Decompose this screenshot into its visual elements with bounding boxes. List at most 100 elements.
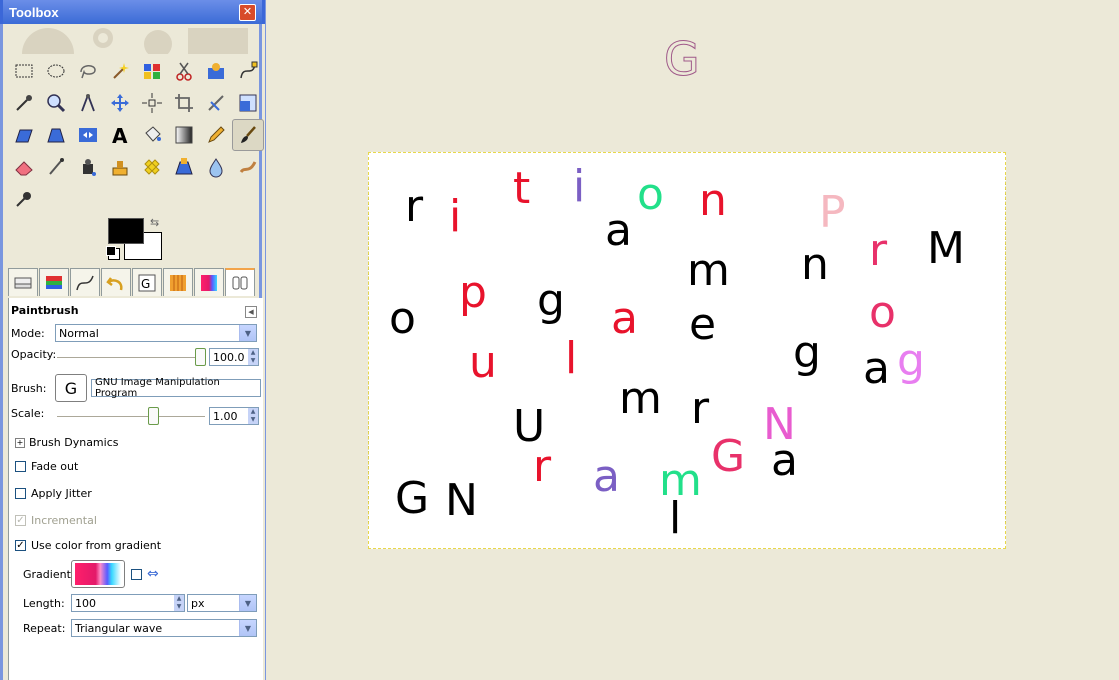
- airbrush-icon: [49, 158, 64, 175]
- tool-move[interactable]: [104, 87, 136, 119]
- mode-select[interactable]: Normal ▼: [55, 324, 257, 342]
- scale-slider-handle[interactable]: [148, 407, 159, 425]
- tool-rect-select[interactable]: [8, 55, 40, 87]
- tool-paths[interactable]: [232, 55, 264, 87]
- foreground-color-swatch[interactable]: [108, 218, 144, 244]
- tool-ellipse-select[interactable]: [40, 55, 72, 87]
- gradients-icon: [201, 274, 217, 291]
- tool-flip[interactable]: [72, 119, 104, 151]
- scale-spin[interactable]: 1.00 ▲ ▼: [209, 407, 259, 425]
- paintbrush-icon: [241, 126, 256, 143]
- apply-jitter-checkbox[interactable]: [15, 488, 26, 499]
- canvas-letter: u: [469, 337, 497, 388]
- tool-bucket-fill[interactable]: [136, 119, 168, 151]
- canvas-letter: N: [445, 475, 478, 526]
- perspective-icon: [47, 128, 65, 143]
- heal-icon: [144, 159, 160, 175]
- scale-slider-track[interactable]: [57, 416, 205, 417]
- reverse-arrows-icon[interactable]: ⇔: [147, 566, 159, 582]
- bucket-fill-icon: [145, 126, 161, 142]
- tool-zoom[interactable]: [40, 87, 72, 119]
- brush-dynamics-expander[interactable]: + Brush Dynamics: [15, 436, 118, 449]
- tool-scale[interactable]: [232, 87, 264, 119]
- patterns-tab[interactable]: [163, 268, 193, 296]
- channels-tab[interactable]: [39, 268, 69, 296]
- length-unit-select[interactable]: px ▼: [187, 594, 257, 612]
- expand-plus-icon: +: [15, 437, 25, 448]
- layers-tab[interactable]: [8, 268, 38, 296]
- scale-label: Scale:: [11, 407, 45, 420]
- tool-smudge[interactable]: [232, 151, 264, 183]
- length-spin[interactable]: 100 ▲ ▼: [71, 594, 185, 612]
- brush-preview-button[interactable]: G: [55, 374, 87, 402]
- color-picker-icon: [16, 95, 32, 111]
- tool-blur[interactable]: [200, 151, 232, 183]
- tool-shear[interactable]: [8, 119, 40, 151]
- tool-align[interactable]: [136, 87, 168, 119]
- gradient-preview-button[interactable]: [71, 560, 125, 588]
- canvas-letter: n: [801, 239, 829, 290]
- tool-crop[interactable]: [168, 87, 200, 119]
- tool-options-tab[interactable]: [225, 268, 255, 296]
- use-color-gradient-row[interactable]: ✓ Use color from gradient: [15, 539, 161, 552]
- canvas-letter: o: [637, 169, 664, 220]
- canvas-letter: m: [619, 373, 662, 424]
- rect-select-icon: [15, 64, 33, 78]
- tool-perspective[interactable]: [40, 119, 72, 151]
- undo-tab[interactable]: [101, 268, 131, 296]
- image-canvas[interactable]: ritiaonPrMnmopgaeogagulmrUNramGalGN: [368, 152, 1006, 549]
- panel-menu-button[interactable]: ◀: [245, 306, 257, 318]
- tool-paintbrush[interactable]: [232, 119, 264, 151]
- scissors-icon: [176, 62, 192, 81]
- tool-pencil[interactable]: [200, 119, 232, 151]
- layers-icon: [14, 277, 32, 288]
- repeat-select[interactable]: Triangular wave ▼: [71, 619, 257, 637]
- tool-text[interactable]: A: [104, 119, 136, 151]
- fade-out-row[interactable]: Fade out: [15, 460, 78, 473]
- brushes-tab[interactable]: G: [132, 268, 162, 296]
- tool-scissors[interactable]: [168, 55, 200, 87]
- canvas-letter: i: [449, 191, 462, 242]
- default-colors-icon[interactable]: [106, 246, 116, 256]
- text-icon: A: [112, 124, 128, 146]
- tool-rotate[interactable]: [200, 87, 232, 119]
- canvas-letter: g: [537, 275, 565, 326]
- opacity-spin[interactable]: 100.0 ▲ ▼: [209, 348, 259, 366]
- apply-jitter-row[interactable]: Apply Jitter: [15, 487, 92, 500]
- brush-label: Brush:: [11, 381, 47, 395]
- opacity-slider-handle[interactable]: [195, 348, 206, 366]
- tool-ink[interactable]: [72, 151, 104, 183]
- tool-color-select[interactable]: [136, 55, 168, 87]
- tool-color-picker[interactable]: [8, 87, 40, 119]
- opacity-slider-track[interactable]: [57, 357, 205, 358]
- swap-colors-icon[interactable]: ⇆: [150, 216, 159, 229]
- paths-tab[interactable]: [70, 268, 100, 296]
- tool-clone[interactable]: [104, 151, 136, 183]
- canvas-letter: a: [611, 293, 638, 344]
- tool-heal[interactable]: [136, 151, 168, 183]
- gradients-tab[interactable]: [194, 268, 224, 296]
- tool-foreground-select[interactable]: [200, 55, 232, 87]
- options-header: Paintbrush: [11, 304, 79, 317]
- ink-icon: [83, 159, 96, 176]
- tool-eraser[interactable]: [8, 151, 40, 183]
- reverse-gradient-checkbox[interactable]: [131, 568, 142, 580]
- toolbox-titlebar[interactable]: Toolbox ✕: [0, 0, 265, 24]
- ellipse-select-icon: [47, 64, 65, 78]
- fade-out-checkbox[interactable]: [15, 461, 26, 472]
- tool-perspective-clone[interactable]: [168, 151, 200, 183]
- tool-fuzzy-select[interactable]: [104, 55, 136, 87]
- tool-blend[interactable]: [168, 119, 200, 151]
- chevron-down-icon: ▼: [239, 620, 256, 636]
- undo-icon: [106, 276, 123, 290]
- tool-lasso[interactable]: [72, 55, 104, 87]
- close-button[interactable]: ✕: [239, 3, 256, 21]
- tool-dodge-burn[interactable]: [8, 183, 40, 215]
- dodge-burn-icon: [16, 192, 31, 207]
- use-color-gradient-checkbox[interactable]: ✓: [15, 540, 26, 551]
- scale-value: 1.00: [213, 409, 238, 423]
- tool-measure[interactable]: [72, 87, 104, 119]
- brush-name-field[interactable]: GNU Image Manipulation Program: [91, 377, 261, 399]
- canvas-letter: a: [863, 343, 890, 394]
- tool-airbrush[interactable]: [40, 151, 72, 183]
